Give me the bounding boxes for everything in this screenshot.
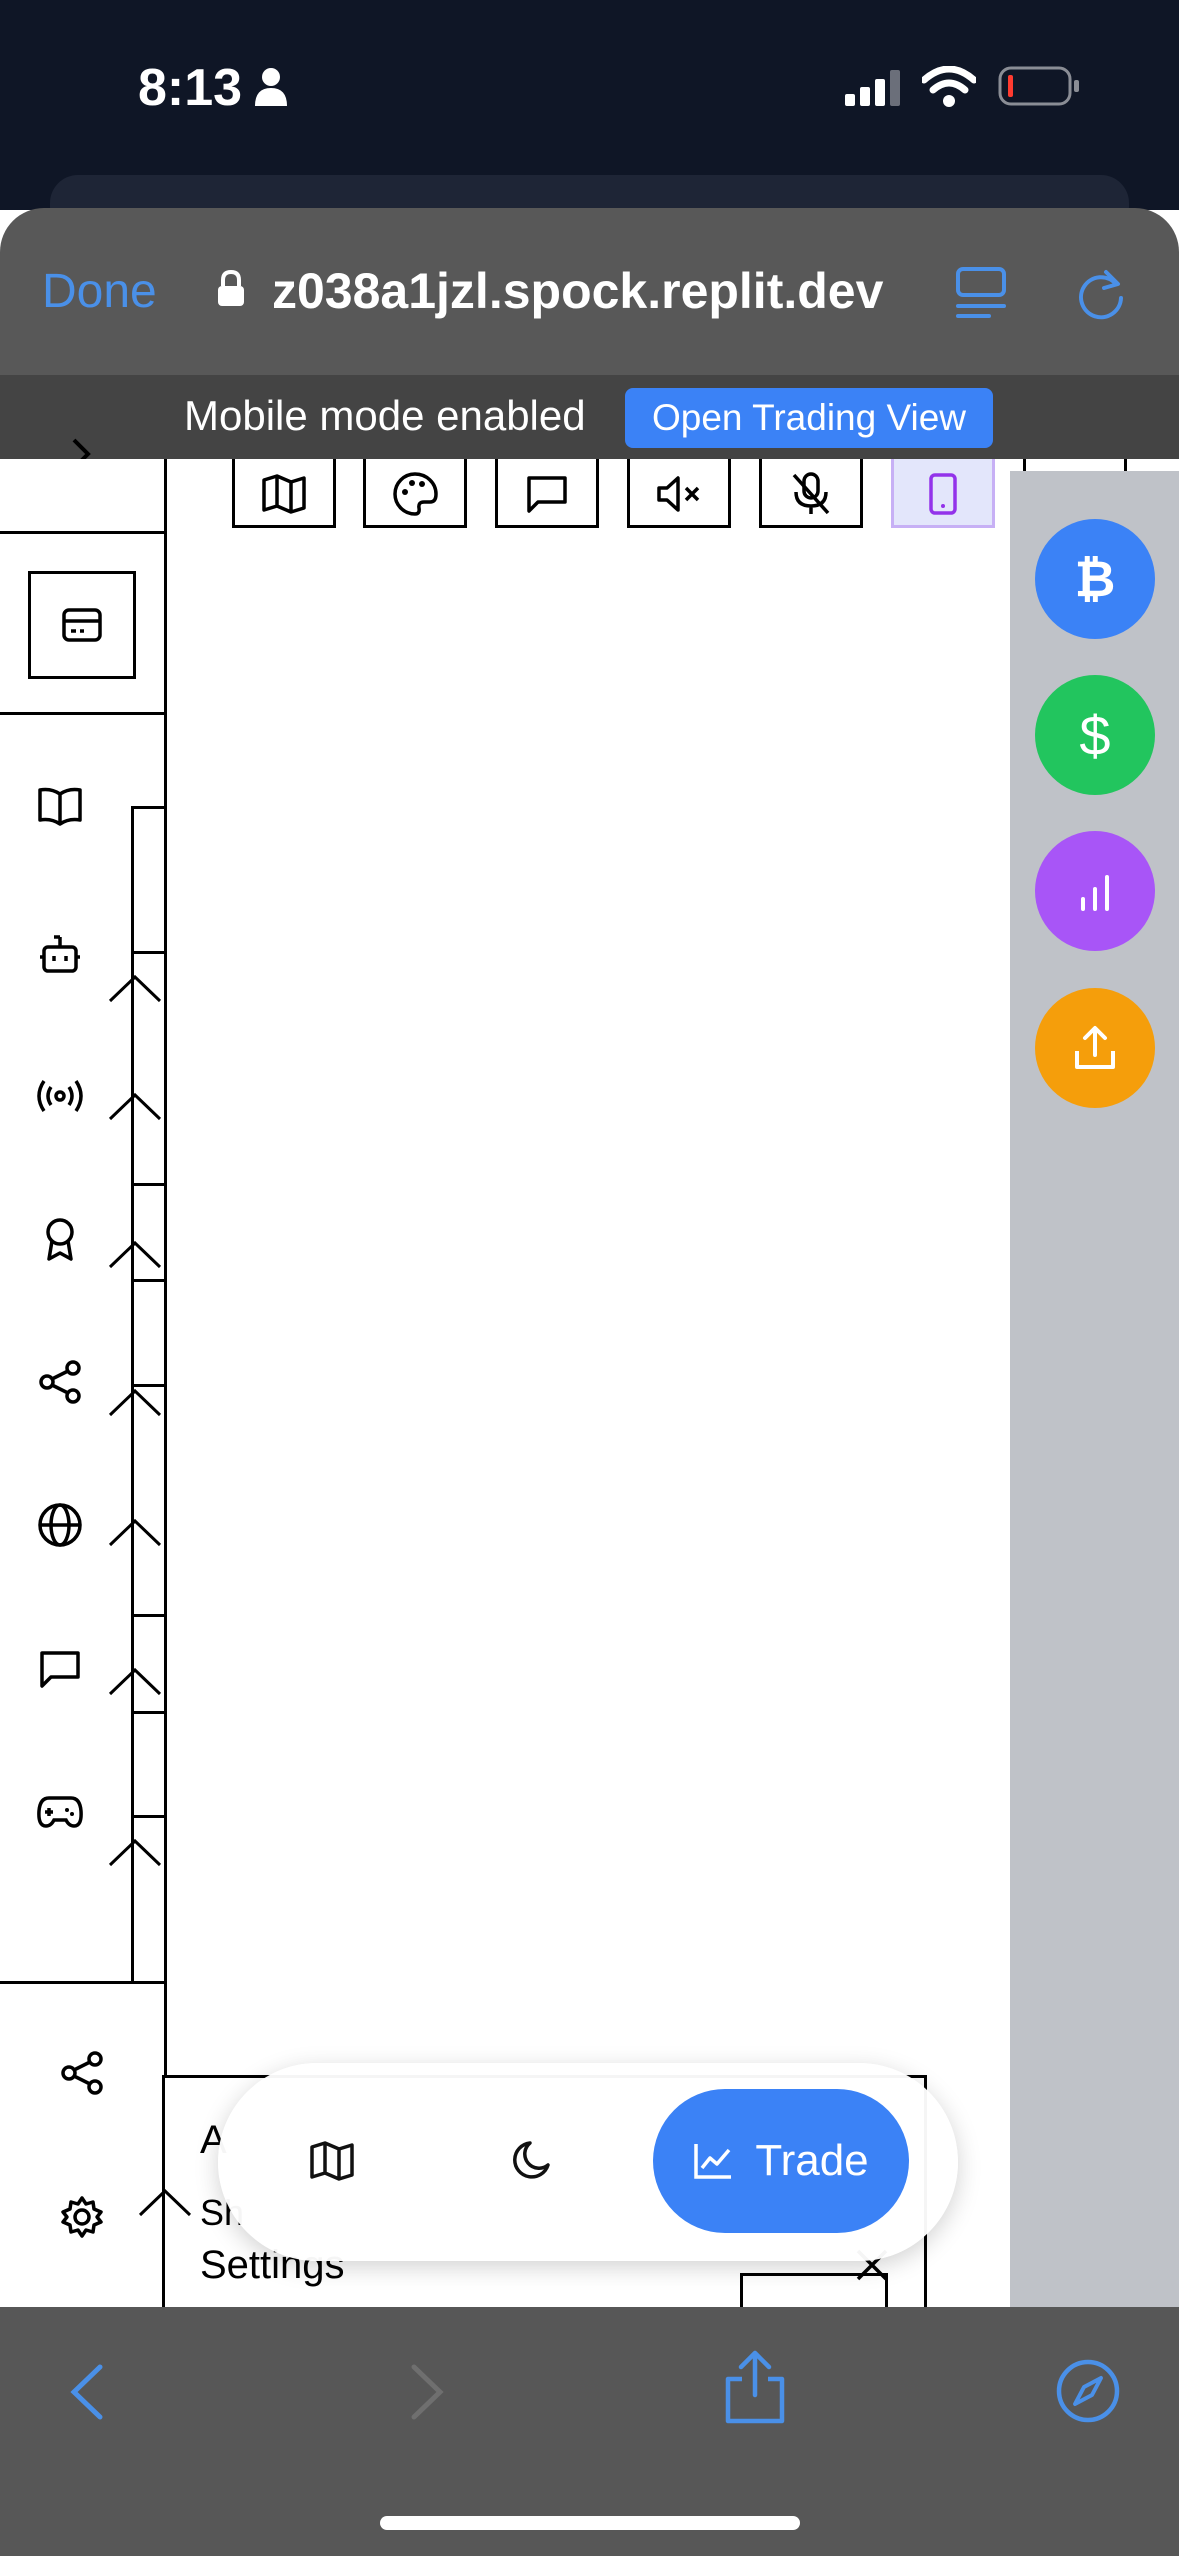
chevron-up-icon	[108, 1091, 162, 1121]
share-icon[interactable]	[722, 2349, 788, 2425]
toolbar-palette-button[interactable]	[363, 459, 467, 528]
palette-icon	[392, 472, 438, 516]
chevron-up-icon	[138, 2187, 192, 2217]
card-button[interactable]	[28, 571, 136, 679]
cellular-signal-icon	[845, 70, 903, 106]
open-trading-view-button[interactable]: Open Trading View	[625, 388, 993, 448]
radio-signal-icon	[35, 1078, 85, 1114]
trade-button[interactable]: Trade	[653, 2089, 909, 2233]
dollar-icon: $	[1079, 703, 1111, 767]
mic-off-icon	[791, 472, 831, 516]
sidebar-item-radio[interactable]	[30, 1066, 90, 1126]
chevron-up-icon	[108, 1517, 162, 1547]
chevron-up-icon	[108, 1666, 162, 1696]
bitcoin-icon: ₿	[1074, 551, 1116, 607]
status-time: 8:13	[138, 59, 243, 117]
settings-button[interactable]	[60, 2195, 104, 2239]
map-icon	[262, 474, 306, 514]
toolbar-mute-button[interactable]	[627, 459, 731, 528]
chart-line-icon	[693, 2142, 733, 2180]
home-indicator	[380, 2516, 800, 2530]
battery-icon	[998, 66, 1080, 106]
person-icon	[254, 66, 288, 106]
dollar-fab[interactable]: $	[1035, 675, 1155, 795]
sidebar-item-games[interactable]	[30, 1782, 90, 1842]
open-trading-view-label: Open Trading View	[651, 397, 966, 438]
sidebar-list-frame	[131, 806, 166, 809]
sidebar-item-bot[interactable]	[30, 924, 90, 984]
url-field[interactable]: z038a1jzl.spock.replit.dev	[272, 262, 883, 320]
lock-icon	[216, 270, 246, 308]
gear-icon	[60, 2195, 104, 2239]
message-icon	[526, 474, 568, 514]
chevron-up-icon	[108, 1239, 162, 1269]
toolbar-mic-off-button[interactable]	[759, 459, 863, 528]
volume-mute-icon	[656, 474, 702, 514]
share-nodes-icon	[60, 2051, 104, 2095]
sidebar-item-share[interactable]	[30, 1352, 90, 1412]
safari-header: Done z038a1jzl.spock.replit.dev	[0, 208, 1179, 375]
toolbar-chat-button[interactable]	[495, 459, 599, 528]
chevron-up-icon	[108, 1837, 162, 1867]
toolbar-map-button[interactable]	[232, 459, 336, 528]
sidebar-item-globe[interactable]	[30, 1495, 90, 1555]
stats-fab[interactable]	[1035, 831, 1155, 951]
tab-overview-icon[interactable]	[955, 266, 1007, 320]
forward-icon[interactable]	[410, 2363, 446, 2421]
mobile-mode-text: Mobile mode enabled	[184, 392, 586, 439]
dark-mode-button[interactable]	[512, 2139, 554, 2181]
done-button[interactable]: Done	[42, 264, 157, 319]
reload-icon[interactable]	[1076, 266, 1126, 322]
award-icon	[43, 1217, 77, 1261]
bot-icon	[38, 933, 82, 975]
app-viewport: A Sh Settings Trade ₿ $	[0, 459, 1179, 2307]
message-square-icon	[39, 1649, 81, 1689]
bitcoin-fab[interactable]: ₿	[1035, 519, 1155, 639]
credit-card-icon	[62, 608, 102, 642]
floating-nav-bar: Trade	[218, 2063, 958, 2261]
sidebar-item-chat[interactable]	[30, 1639, 90, 1699]
smartphone-icon	[928, 473, 958, 515]
share-button[interactable]	[60, 2051, 104, 2095]
moon-icon	[512, 2139, 554, 2181]
upload-icon	[1073, 1025, 1117, 1071]
sidebar-item-award[interactable]	[30, 1209, 90, 1269]
book-open-icon	[37, 786, 83, 826]
chevron-up-icon	[108, 973, 162, 1003]
chevron-up-icon	[108, 1387, 162, 1417]
sidebar-item-book[interactable]	[30, 776, 90, 836]
wifi-icon	[922, 66, 976, 108]
trade-label: Trade	[755, 2136, 869, 2185]
globe-icon	[37, 1502, 83, 1548]
map-icon	[310, 2141, 354, 2181]
share-nodes-icon	[38, 1360, 82, 1404]
toolbar-mobile-mode-button[interactable]	[891, 459, 995, 528]
back-icon[interactable]	[68, 2363, 104, 2421]
export-fab[interactable]	[1035, 988, 1155, 1108]
gamepad-icon	[37, 1795, 83, 1829]
bar-chart-icon	[1075, 871, 1115, 911]
map-button[interactable]	[310, 2141, 354, 2181]
mobile-mode-notice-bar: Mobile mode enabled Open Trading View	[0, 375, 1179, 470]
compass-icon[interactable]	[1055, 2358, 1121, 2424]
